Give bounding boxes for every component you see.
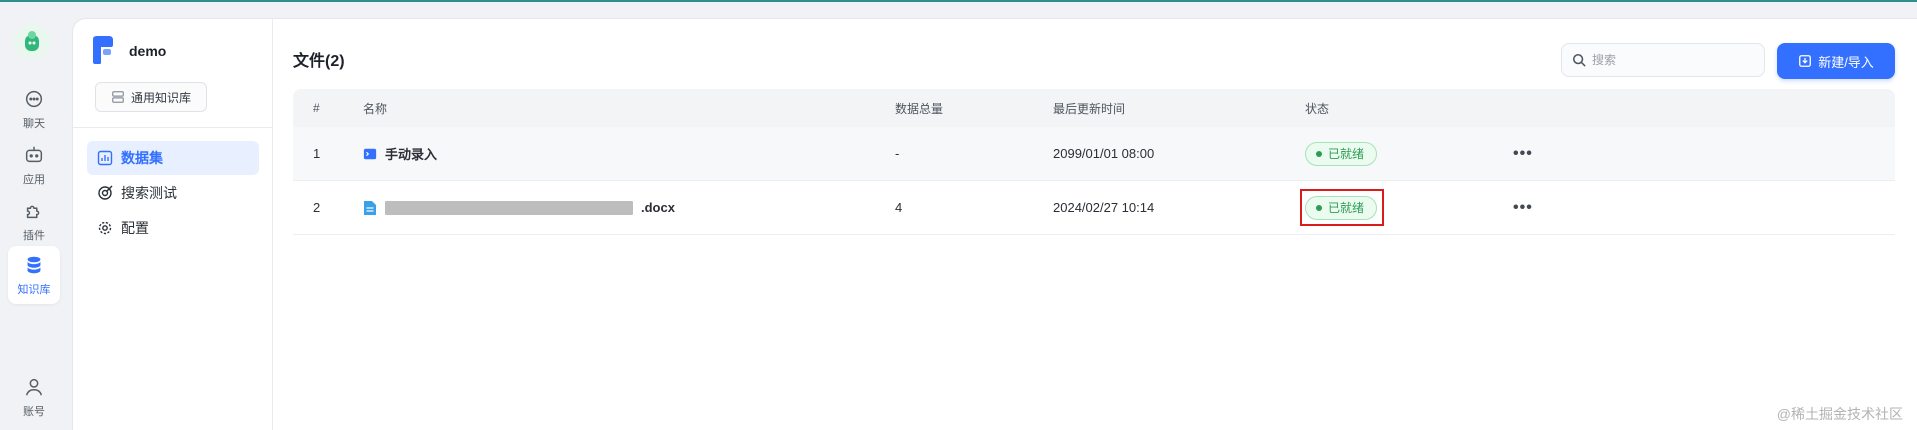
row-name: 手动录入 (385, 147, 438, 162)
row-updated: 2024/02/27 10:14 (1053, 200, 1155, 215)
status-dot (1316, 204, 1322, 211)
status-badge: 已就绪 (1305, 141, 1378, 166)
search-icon (1572, 53, 1586, 67)
robot-icon (25, 146, 43, 162)
nav-item-datasets[interactable]: 数据集 (87, 141, 259, 175)
status-dot (1316, 150, 1322, 157)
table-header: # 名称 数据总量 最后更新时间 状态 (293, 89, 1895, 127)
row-index: 1 (313, 146, 321, 161)
rail-label-account: 账号 (23, 405, 45, 418)
chat-icon (25, 90, 43, 107)
rail-item-account[interactable]: 账号 (8, 368, 60, 426)
knowledge-base-nav: demo 通用知识库 数据集 搜索测试 配置 (73, 19, 273, 430)
kb-logo-icon (93, 36, 113, 64)
search-box[interactable] (1561, 43, 1765, 77)
gear-icon (98, 221, 112, 235)
manual-entry-icon (363, 148, 377, 159)
rail-item-knowledge[interactable]: 知识库 (8, 246, 60, 304)
row-status-cell: 已就绪 (1305, 181, 1378, 234)
status-badge: 已就绪 (1305, 195, 1378, 220)
rail-label-apps: 应用 (23, 173, 45, 186)
target-icon (98, 185, 113, 200)
redacted-filename (385, 200, 633, 215)
table-row[interactable]: 1 手动录入 - 2099/01/01 08:00 已就绪 ••• (293, 127, 1895, 181)
row-index: 2 (313, 200, 321, 215)
app-rail: 聊天 应用 插件 知识库 账号 (0, 2, 68, 430)
row-status-cell: 已就绪 (1305, 127, 1378, 180)
kb-nav-divider (73, 127, 272, 128)
row-name-cell: 手动录入 (363, 127, 437, 180)
new-import-button[interactable]: 新建/导入 (1777, 43, 1895, 79)
header-updated: 最后更新时间 (1053, 101, 1126, 116)
header-name: 名称 (363, 101, 388, 116)
table-row[interactable]: 2 .docx 4 2024/02/27 10:14 已就绪 ••• (293, 181, 1895, 235)
main-card: demo 通用知识库 数据集 搜索测试 配置 文件(2) 搜索 新建/导入 # … (72, 18, 1917, 430)
nav-item-search-test[interactable]: 搜索测试 (87, 176, 259, 210)
content-area: 文件(2) 新建/导入 # 名称 数据总量 最后更新时间 状态 1 (273, 19, 1917, 430)
kb-type-label: 通用知识库 (130, 90, 191, 105)
header-index: # (313, 101, 320, 115)
server-icon (112, 91, 124, 103)
more-options-button[interactable]: ••• (1513, 199, 1533, 217)
docx-file-icon (364, 200, 376, 215)
header-status: 状态 (1305, 101, 1330, 116)
row-name: .docx (641, 200, 675, 215)
nav-label-datasets: 数据集 (121, 150, 163, 166)
row-more-cell: ••• (1513, 181, 1533, 234)
rail-item-plugins[interactable]: 插件 (8, 192, 60, 250)
status-label: 已就绪 (1328, 147, 1365, 161)
nav-item-config[interactable]: 配置 (87, 211, 259, 245)
top-accent-line (0, 0, 1917, 2)
rail-label-plugins: 插件 (23, 229, 45, 242)
watermark: @稀土掘金技术社区 (1776, 406, 1903, 422)
app-logo[interactable] (14, 24, 50, 60)
rail-item-chat[interactable]: 聊天 (8, 80, 60, 138)
row-updated: 2099/01/01 08:00 (1053, 146, 1155, 161)
page-title: 文件(2) (293, 53, 345, 70)
rail-label-knowledge: 知识库 (17, 283, 51, 296)
new-import-label: 新建/导入 (1818, 54, 1874, 70)
search-input[interactable] (1592, 53, 1752, 67)
more-options-button[interactable]: ••• (1513, 145, 1533, 163)
row-more-cell: ••• (1513, 127, 1533, 180)
puzzle-icon (26, 205, 40, 218)
status-label: 已就绪 (1328, 201, 1365, 215)
import-icon (1799, 55, 1812, 67)
nav-label-search-test: 搜索测试 (121, 185, 177, 201)
kb-type-tag[interactable]: 通用知识库 (95, 82, 207, 112)
header-total: 数据总量 (895, 101, 944, 116)
chart-icon (97, 150, 113, 166)
files-table: # 名称 数据总量 最后更新时间 状态 1 手动录入 - 2099/01/01 … (293, 89, 1895, 235)
nav-label-config: 配置 (121, 220, 149, 236)
row-total: - (895, 146, 900, 161)
database-icon (27, 256, 41, 273)
row-total: 4 (895, 200, 903, 215)
user-icon (25, 378, 43, 395)
rail-item-apps[interactable]: 应用 (8, 136, 60, 194)
rail-label-chat: 聊天 (23, 117, 45, 130)
row-name-cell: .docx (363, 181, 675, 234)
kb-name: demo (129, 43, 167, 59)
